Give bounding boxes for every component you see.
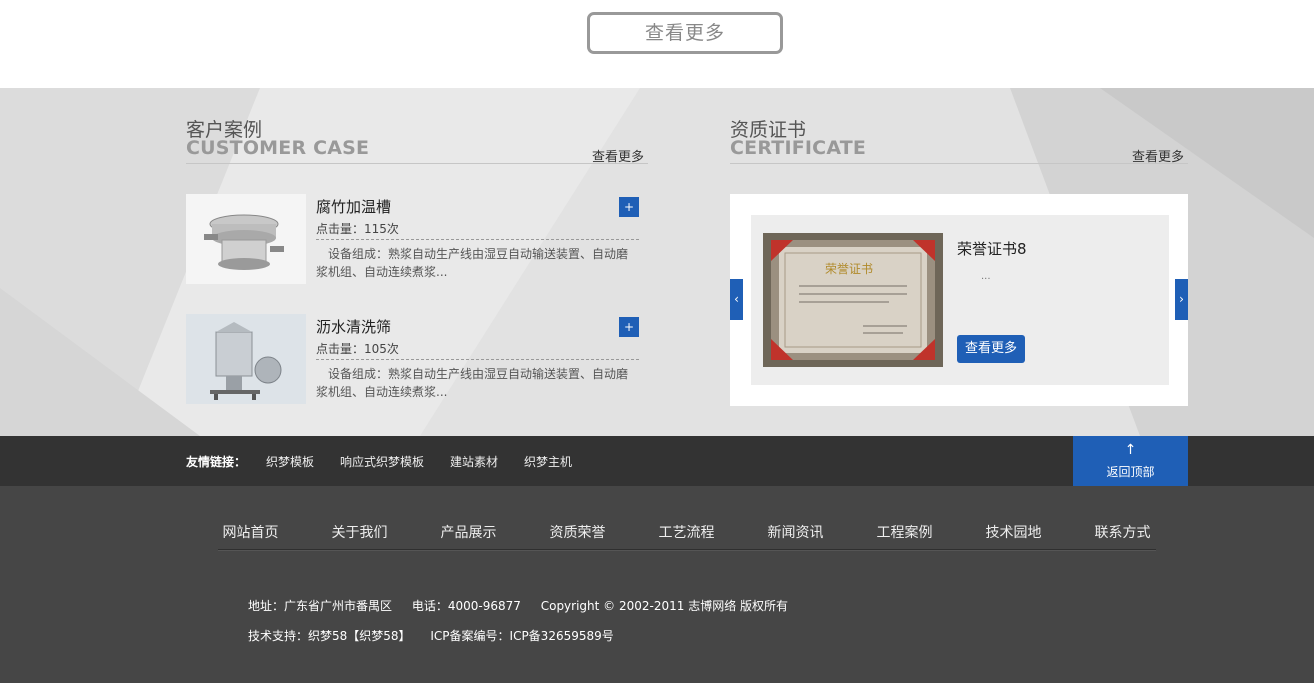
footer-icp: ICP备案编号：ICP备32659589号 (430, 629, 614, 643)
footer-support[interactable]: 技术支持：织梦58【织梦58】 (248, 629, 411, 643)
arrow-up-icon: ↑ (1124, 442, 1137, 458)
footer-nav-item[interactable]: 联系方式 (1068, 522, 1177, 542)
friend-link[interactable]: 建站素材 (450, 453, 498, 470)
footer-nav: 网站首页 关于我们 产品展示 资质荣誉 工艺流程 新闻资讯 工程案例 技术园地 … (196, 522, 1156, 542)
back-to-top-button[interactable]: ↑ 返回顶部 (1073, 436, 1188, 486)
certificate-card[interactable]: 荣誉证书 荣誉证书8 ... 查看更多 (751, 215, 1169, 385)
section-title-en: CERTIFICATE (730, 137, 867, 159)
friend-link[interactable]: 响应式织梦模板 (340, 453, 424, 470)
list-item[interactable]: 沥水清洗筛 + 点击量：105次 设备组成：熟浆自动生产线由湿豆自动输送装置、自… (186, 314, 646, 404)
friend-links-bar: 友情链接： 织梦模板 响应式织梦模板 建站素材 织梦主机 ↑ 返回顶部 (0, 436, 1314, 486)
footer-nav-item[interactable]: 工艺流程 (632, 522, 741, 542)
view-more-button[interactable]: 查看更多 (587, 12, 783, 54)
certificate-title[interactable]: 荣誉证书8 (957, 238, 1027, 259)
friend-link[interactable]: 织梦模板 (266, 453, 314, 470)
certificate-header: 资质证书 CERTIFICATE 查看更多 (730, 115, 1188, 195)
footer-nav-item[interactable]: 工程案例 (850, 522, 959, 542)
section-divider (730, 163, 1188, 164)
footer-nav-item[interactable]: 产品展示 (414, 522, 523, 542)
dashed-divider (316, 359, 639, 360)
case-description: 设备组成：熟浆自动生产线由湿豆自动输送装置、自动磨浆机组、自动连续煮浆... (316, 247, 629, 279)
top-section: 查看更多 (0, 0, 1314, 88)
certificate-picture: 荣誉证书 (763, 233, 943, 367)
back-to-top-label: 返回顶部 (1106, 465, 1155, 479)
sieve-picture (186, 194, 306, 284)
friend-links-label: 友情链接： (186, 455, 247, 469)
certificate-image[interactable]: 荣誉证书 (763, 233, 943, 367)
hit-count: 点击量：115次 (316, 222, 399, 236)
dashed-divider (316, 239, 639, 240)
footer-contact-line: 地址：广东省广州市番禺区 电话：4000-96877 Copyright © 2… (248, 597, 804, 614)
list-item[interactable]: 腐竹加温槽 + 点击量：115次 设备组成：熟浆自动生产线由湿豆自动输送装置、自… (186, 194, 646, 284)
case-title[interactable]: 腐竹加温槽 (316, 196, 391, 217)
case-description: 设备组成：熟浆自动生产线由湿豆自动输送装置、自动磨浆机组、自动连续煮浆... (316, 367, 629, 399)
footer-nav-item[interactable]: 技术园地 (959, 522, 1068, 542)
middle-section: 客户案例 CUSTOMER CASE 查看更多 腐竹加温槽 + 点击量：115次… (0, 88, 1314, 436)
footer-address: 地址：广东省广州市番禺区 (248, 599, 393, 613)
product-image-washer[interactable] (186, 314, 306, 404)
case-title[interactable]: 沥水清洗筛 (316, 316, 391, 337)
footer-nav-item[interactable]: 关于我们 (305, 522, 414, 542)
certificate-more-button[interactable]: 查看更多 (957, 335, 1025, 363)
footer-phone: 电话：4000-96877 (411, 599, 521, 613)
plus-icon[interactable]: + (619, 317, 639, 337)
certificate-carousel: 荣誉证书 荣誉证书8 ... 查看更多 (730, 194, 1188, 406)
footer-copyright: Copyright © 2002-2011 志博网络 版权所有 (540, 599, 789, 613)
footer-nav-item[interactable]: 网站首页 (196, 522, 305, 542)
carousel-next-icon[interactable]: › (1175, 279, 1188, 320)
carousel-prev-icon[interactable]: ‹ (730, 279, 743, 320)
washer-picture (186, 314, 306, 404)
section-divider (186, 163, 648, 164)
footer-divider-highlight (218, 550, 1156, 551)
footer-nav-item[interactable]: 资质荣誉 (523, 522, 632, 542)
hit-count: 点击量：105次 (316, 342, 399, 356)
svg-text:荣誉证书: 荣誉证书 (825, 262, 873, 276)
footer-nav-item[interactable]: 新闻资讯 (741, 522, 850, 542)
customer-case-header: 客户案例 CUSTOMER CASE 查看更多 (186, 115, 648, 195)
certificate-summary: ... (981, 271, 991, 282)
footer-support-line: 技术支持：织梦58【织梦58】 ICP备案编号：ICP备32659589号 (248, 627, 630, 644)
section-title-en: CUSTOMER CASE (186, 137, 370, 159)
product-image-sieve[interactable] (186, 194, 306, 284)
plus-icon[interactable]: + (619, 197, 639, 217)
friend-link[interactable]: 织梦主机 (524, 453, 572, 470)
footer: 网站首页 关于我们 产品展示 资质荣誉 工艺流程 新闻资讯 工程案例 技术园地 … (0, 486, 1314, 683)
